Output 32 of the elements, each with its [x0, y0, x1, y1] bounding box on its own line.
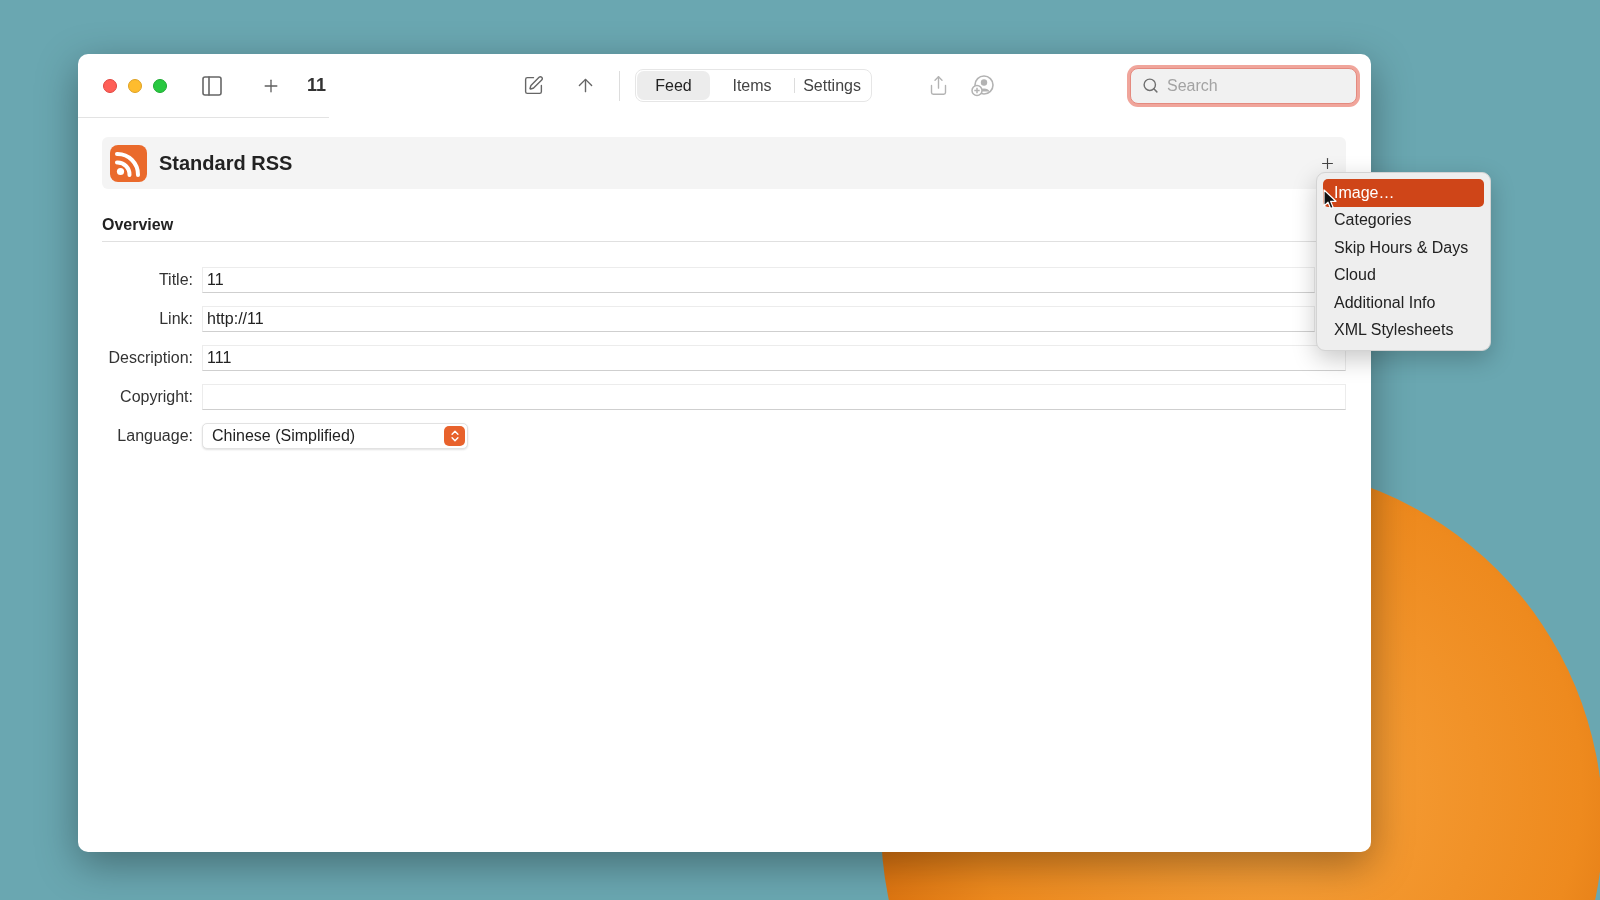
menu-item[interactable]: Skip Hours & Days [1323, 234, 1484, 262]
zoom-window-button[interactable] [153, 78, 167, 93]
text-field[interactable]: http://11 [202, 306, 1315, 332]
field-label: Language: [116, 426, 193, 446]
person-add-icon [971, 74, 996, 97]
compose-icon [522, 75, 544, 96]
section-heading: Overview [102, 215, 174, 235]
text-field[interactable]: 11 [202, 267, 1315, 293]
stepper-icon [444, 426, 465, 446]
tab[interactable]: Items [710, 71, 795, 100]
tab[interactable]: Settings [794, 71, 871, 100]
field-label: Copyright: [119, 387, 193, 407]
search-icon [1142, 77, 1159, 94]
close-window-button[interactable] [103, 78, 117, 93]
language-select[interactable]: Chinese (Simplified) [202, 423, 468, 449]
minimize-window-button[interactable] [128, 78, 142, 93]
menu-item[interactable]: Categories [1323, 206, 1484, 234]
field-label: Description: [107, 348, 193, 368]
rss-icon [110, 144, 147, 182]
tab[interactable]: Feed [637, 71, 711, 100]
feed-title: Standard RSS [159, 151, 293, 176]
sidebar-icon [200, 73, 224, 98]
field-label: Link: [158, 309, 193, 329]
menu-item[interactable]: Cloud [1323, 261, 1484, 289]
text-field[interactable]: 111 [202, 345, 1346, 371]
mouse-pointer-icon [1323, 189, 1337, 210]
text-field[interactable] [202, 384, 1346, 410]
menu-item[interactable]: Image… [1323, 179, 1484, 207]
field-label: Title: [157, 270, 193, 290]
window-title: 11 [307, 74, 327, 97]
menu-item[interactable]: XML Stylesheets [1323, 316, 1484, 344]
menu-item[interactable]: Additional Info [1323, 289, 1484, 317]
